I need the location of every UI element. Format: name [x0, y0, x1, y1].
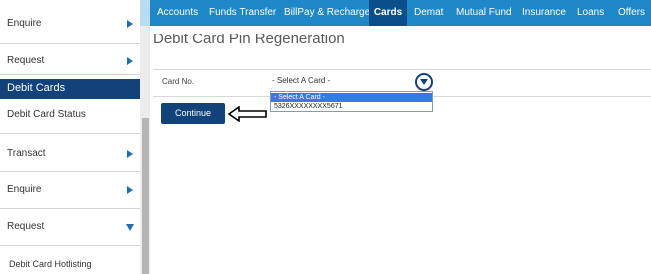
sidebar-item-label: Debit Cards: [7, 82, 66, 94]
sidebar-item-request[interactable]: Request: [0, 55, 140, 69]
sidebar-item-label: Debit Card Hotlisting: [9, 259, 92, 269]
scrollbar-thumb[interactable]: [142, 118, 149, 274]
dropdown-option-select-card[interactable]: - Select A Card -: [271, 93, 432, 102]
sidebar-item-enquire[interactable]: Enquire: [0, 184, 140, 198]
chevron-down-icon: [126, 224, 134, 231]
card-select[interactable]: - Select A Card -: [268, 73, 434, 91]
nav-demat[interactable]: Demat: [414, 0, 443, 26]
chevron-right-icon: [127, 20, 133, 28]
nav-funds-transfer[interactable]: Funds Transfer: [209, 0, 276, 26]
sidebar-divider: [0, 133, 140, 134]
continue-button[interactable]: Continue: [161, 103, 225, 124]
sidebar-item-debit-card-hotlisting[interactable]: Debit Card Hotlisting: [0, 259, 140, 273]
chevron-right-icon: [127, 150, 133, 158]
sidebar-item-label: Request: [7, 221, 45, 232]
card-select-value: - Select A Card -: [272, 76, 331, 85]
nav-billpay-recharge[interactable]: BillPay & Recharge: [284, 0, 370, 26]
nav-insurance[interactable]: Insurance: [522, 0, 566, 26]
sidebar-divider: [0, 171, 140, 172]
sidebar-divider: [0, 245, 140, 246]
sidebar-item-label: Enquire: [7, 18, 42, 29]
pointer-arrow-icon: [228, 106, 267, 122]
dropdown-circle-icon[interactable]: [415, 73, 433, 91]
sidebar-divider: [0, 43, 140, 44]
card-dropdown-list: - Select A Card - 5326XXXXXXXX5671: [270, 91, 433, 112]
sidebar-item-debit-card-status[interactable]: Debit Card Status: [0, 109, 140, 123]
card-no-label: Card No.: [162, 77, 195, 86]
nav-mutual-fund[interactable]: Mutual Fund: [456, 0, 512, 26]
sidebar-divider: [0, 208, 140, 209]
dropdown-option-card[interactable]: 5326XXXXXXXX5671: [271, 102, 432, 111]
nav-cards[interactable]: Cards: [369, 0, 407, 26]
chevron-right-icon: [127, 57, 133, 65]
sidebar-item-label: Enquire: [7, 184, 42, 195]
nav-offers[interactable]: Offers: [618, 0, 645, 26]
sidebar-item-label: Request: [7, 55, 45, 66]
page-title: Debit Card Pin Regeneration: [153, 30, 345, 47]
nav-loans[interactable]: Loans: [577, 0, 604, 26]
sidebar-item-debit-cards[interactable]: Debit Cards: [0, 79, 140, 99]
sidebar-item-label: Debit Card Status: [7, 109, 86, 120]
sidebar-item-transact[interactable]: Transact: [0, 148, 140, 162]
sidebar-divider: [0, 74, 140, 75]
chevron-right-icon: [127, 186, 133, 194]
nav-accounts[interactable]: Accounts: [157, 0, 198, 26]
sidebar-item-request-expanded[interactable]: Request: [0, 221, 140, 235]
sidebar-item-enquire-top[interactable]: Enquire: [0, 18, 140, 32]
sidebar-item-label: Transact: [7, 148, 46, 159]
